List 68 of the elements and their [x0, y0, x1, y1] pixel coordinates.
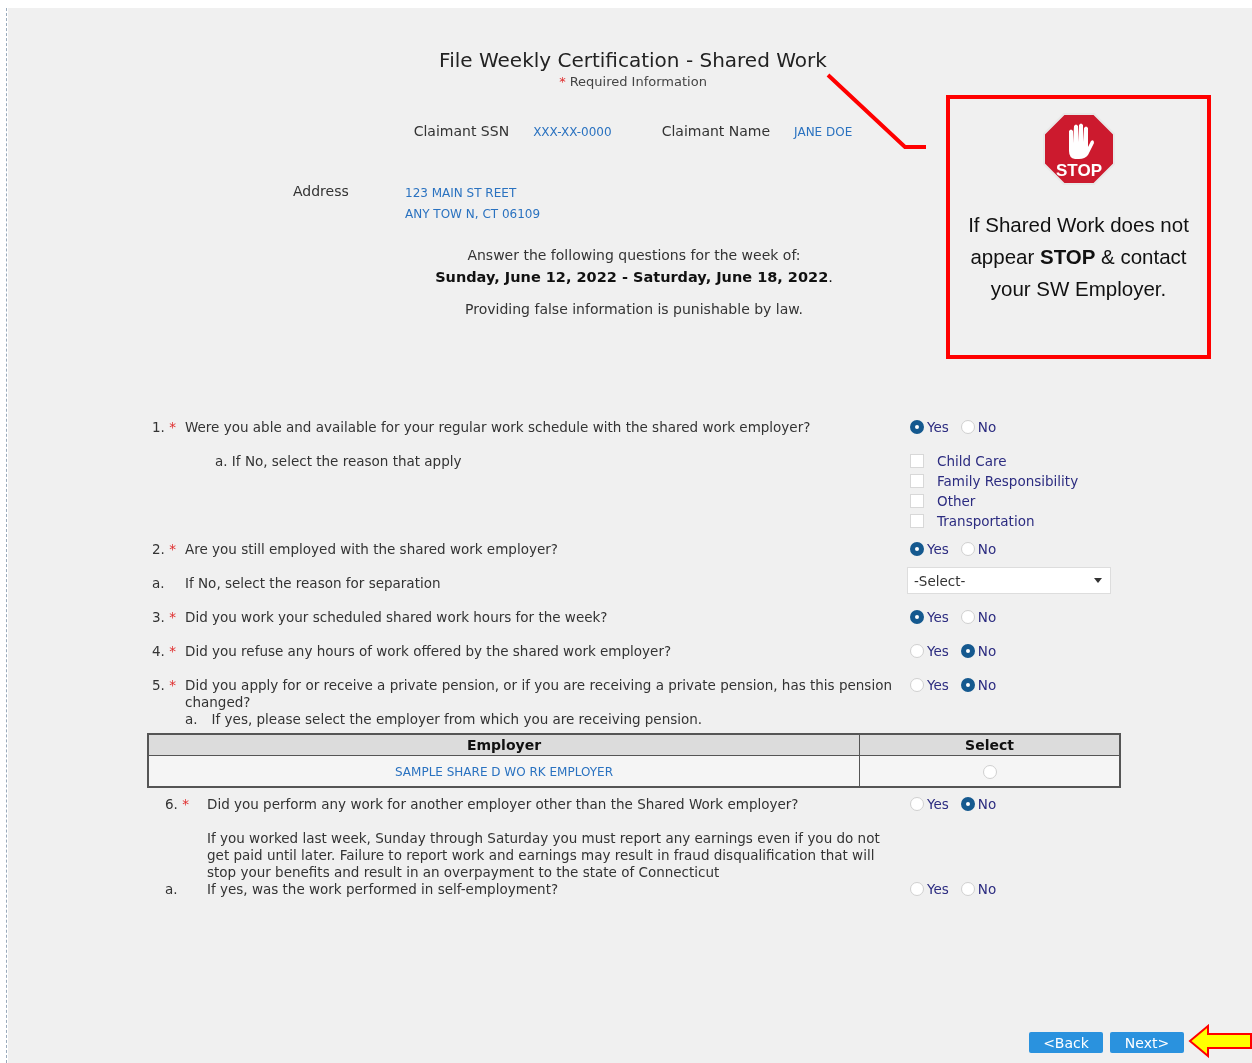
radio-button[interactable]	[910, 542, 924, 556]
question-text: Are you still employed with the shared work employer?	[185, 541, 559, 558]
week-range: Sunday, June 12, 2022 - Saturday, June 18, 2022.	[435, 269, 833, 285]
radio-option[interactable]: No	[960, 881, 997, 897]
ssn-value: XXX-XX-0000	[533, 125, 612, 139]
question-number: 4. *	[152, 643, 177, 659]
question-number: a.	[152, 575, 166, 591]
question-number: 1. *	[152, 419, 177, 435]
radio-option[interactable]: Yes	[910, 796, 949, 812]
question-number: a.	[185, 711, 198, 728]
column-header: Select	[859, 734, 1120, 756]
checkbox-option[interactable]: Child Care	[910, 453, 1079, 469]
pointer-arrow-icon	[1188, 1024, 1252, 1058]
checkbox-option[interactable]: Transportation	[910, 513, 1079, 529]
table-cell: SAMPLE SHARE D WO RK EMPLOYER	[148, 755, 860, 787]
radio-option[interactable]: No	[960, 419, 997, 435]
question-number: a.	[165, 881, 179, 897]
radio-button[interactable]	[910, 610, 924, 624]
radio-option[interactable]: No	[960, 677, 997, 693]
legal-warning: Providing false information is punishable by law.	[465, 301, 803, 317]
reason-dropdown[interactable]: -Select-	[907, 567, 1111, 594]
radio-button[interactable]	[960, 797, 975, 811]
question-text: Were you able and available for your regular work schedule with the shared work employer?	[185, 419, 812, 436]
radio-option[interactable]: Yes	[910, 419, 949, 435]
radio-button[interactable]	[910, 420, 924, 434]
required-legend: * Required Information	[559, 74, 707, 89]
radio-option[interactable]: Yes	[910, 677, 949, 693]
question-text: Did you apply for or receive a private pension, or if you are receiving a private pension, has this pension changed?	[185, 677, 893, 711]
address-line: ANY TOW N, CT 06109	[405, 207, 541, 221]
ssn-label: Claimant SSN	[413, 123, 510, 139]
question-text: If yes, please select the employer from which you are receiving pension.	[211, 711, 703, 728]
checkbox[interactable]	[910, 494, 924, 508]
question-number: 6. *	[165, 796, 190, 812]
name-label: Claimant Name	[661, 123, 771, 139]
page-title: File Weekly Certification - Shared Work	[439, 48, 827, 72]
radio-option[interactable]: Yes	[910, 643, 949, 659]
address-label: Address	[293, 183, 350, 201]
checkbox[interactable]	[910, 454, 924, 468]
question-text: If yes, was the work performed in self-employment?	[207, 881, 560, 898]
question-text: Did you work your scheduled shared work hours for the week?	[185, 609, 609, 626]
radio-option[interactable]: No	[960, 609, 997, 625]
address-line: 123 MAIN ST REET	[405, 186, 518, 200]
earnings-note: If you worked last week, Sunday through Saturday you must report any earnings even if you do not get paid until later. Failure to report work and earnings may result in fraud disqualification that will stop your benefits and result in an overpayment to the state of Connecticut	[207, 830, 881, 881]
radio-option[interactable]: No	[960, 796, 997, 812]
caret-icon	[1094, 578, 1102, 583]
stop-sign-icon: STOP	[1042, 113, 1115, 185]
question-number: 3. *	[152, 609, 177, 625]
question-text: Did you perform any work for another employer other than the Shared Work employer?	[207, 796, 800, 813]
checkbox[interactable]	[910, 474, 924, 488]
radio-option[interactable]: Yes	[910, 881, 949, 897]
week-prompt: Answer the following questions for the week of:	[467, 247, 801, 263]
radio-option[interactable]: No	[960, 643, 997, 659]
radio-button[interactable]	[960, 678, 975, 692]
question-number: 2. *	[152, 541, 177, 557]
checkbox[interactable]	[910, 514, 924, 528]
question-text: If No, select the reason for separation	[185, 575, 442, 592]
name-value: JANE DOE	[794, 125, 853, 139]
radio-option[interactable]: Yes	[910, 609, 949, 625]
radio-option[interactable]: No	[960, 541, 997, 557]
checkbox-option[interactable]: Family Responsibility	[910, 473, 1079, 489]
question-text: Did you refuse any hours of work offered by the shared work employer?	[185, 643, 673, 660]
checkbox-option[interactable]: Other	[910, 493, 1079, 509]
callout-text: If Shared Work does not appear STOP & contact your SW Employer.	[967, 212, 1190, 302]
column-header: Employer	[148, 734, 860, 756]
radio-button[interactable]	[960, 644, 975, 658]
question-text: a. If No, select the reason that apply	[214, 453, 462, 469]
question-number: 5. *	[152, 677, 177, 693]
radio-option[interactable]: Yes	[910, 541, 949, 557]
